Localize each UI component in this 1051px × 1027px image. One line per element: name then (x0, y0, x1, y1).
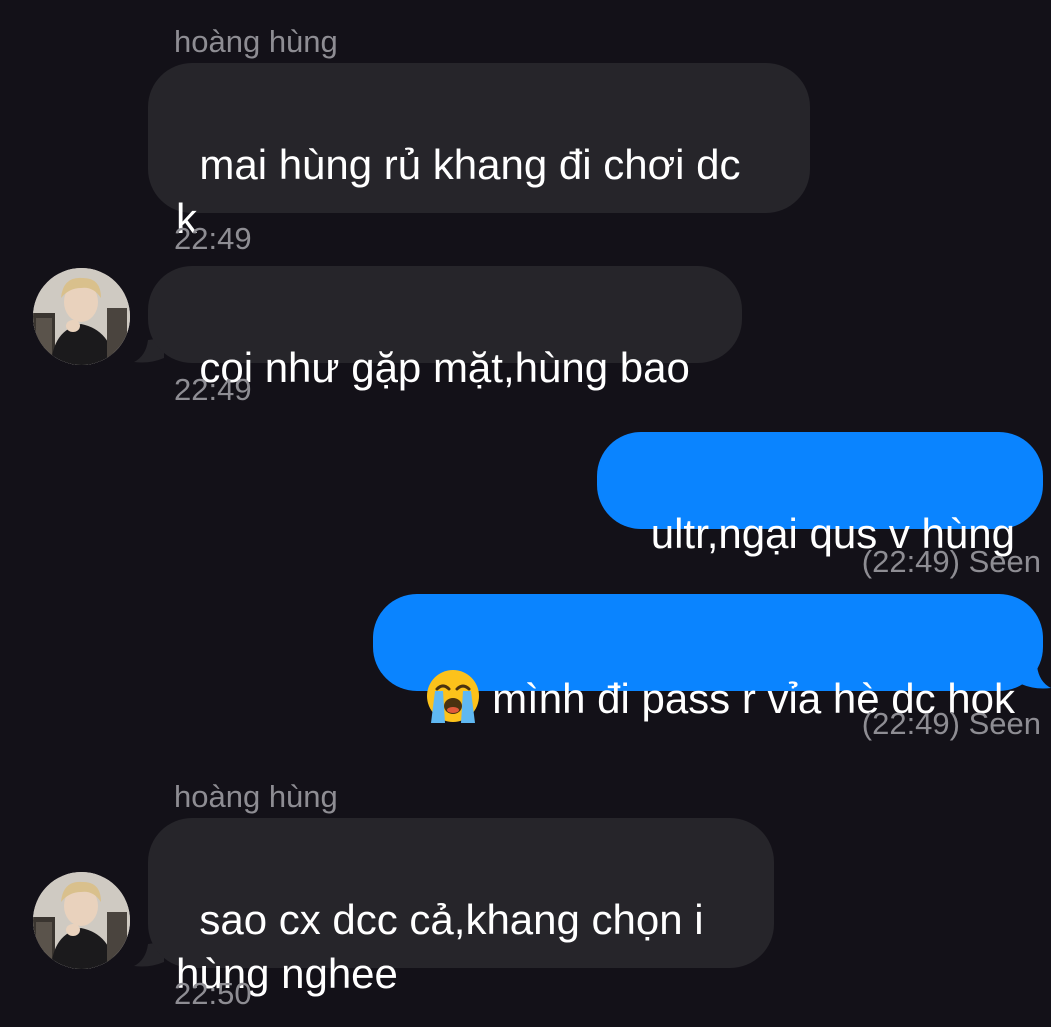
incoming-message-bubble[interactable]: mai hùng rủ khang đi chơi dc k (148, 63, 810, 242)
avatar[interactable] (33, 872, 130, 969)
avatar[interactable] (33, 268, 130, 365)
seen-status: (22:49) Seen (861, 544, 1041, 579)
sender-name: hoàng hùng (174, 779, 338, 814)
bubble-tail (1021, 664, 1051, 689)
message-text: coi như gặp mặt,hùng bao (199, 344, 690, 391)
loudly-crying-face-icon (427, 670, 480, 723)
message-timestamp: 22:50 (174, 976, 252, 1011)
outgoing-message-bubble[interactable]: ultr,ngại qus v hùng (597, 432, 1043, 557)
incoming-message-bubble[interactable]: sao cx dcc cả,khang chọn i hùng nghee (148, 818, 774, 997)
profile-photo (33, 268, 130, 365)
message-text: mai hùng rủ khang đi chơi dc k (176, 141, 741, 242)
profile-photo (33, 872, 130, 969)
message-text: sao cx dcc cả,khang chọn i hùng nghee (176, 896, 704, 997)
seen-status: (22:49) Seen (861, 706, 1041, 741)
outgoing-message-bubble[interactable]: mình đi pass r vỉa hè dc hok (372, 594, 1043, 723)
incoming-message-bubble[interactable]: coi như gặp mặt,hùng bao (148, 266, 742, 391)
sender-name: hoàng hùng (174, 24, 338, 59)
message-timestamp: 22:49 (174, 221, 252, 256)
message-timestamp: 22:49 (174, 372, 252, 407)
